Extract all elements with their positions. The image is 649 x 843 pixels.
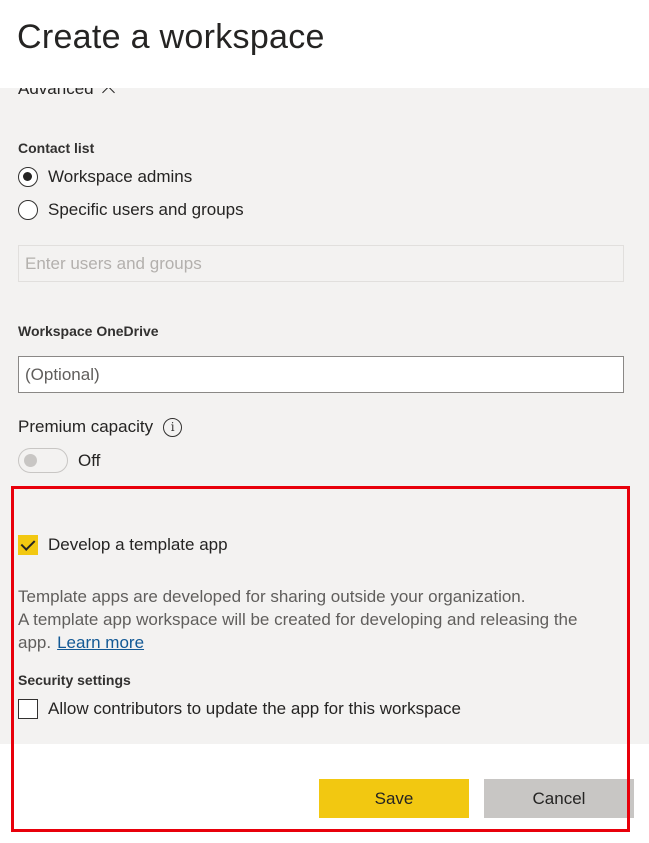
radio-label: Workspace admins	[48, 167, 193, 186]
security-settings-label: Security settings	[18, 672, 131, 688]
checkbox-checked-icon[interactable]	[18, 535, 38, 555]
develop-template-app-checkbox[interactable]: Develop a template app	[18, 535, 228, 555]
advanced-toggle[interactable]: Advanced	[18, 88, 115, 99]
page-title: Create a workspace	[17, 18, 325, 56]
contact-list-label: Contact list	[18, 140, 95, 156]
radio-label: Specific users and groups	[48, 200, 244, 219]
premium-toggle[interactable]	[18, 448, 68, 473]
users-groups-input[interactable]	[18, 245, 624, 282]
checkbox-unchecked-icon[interactable]	[18, 699, 38, 719]
learn-more-link[interactable]: Learn more	[57, 633, 144, 652]
radio-unselected-icon[interactable]	[18, 200, 38, 220]
premium-toggle-row: Off	[18, 448, 100, 473]
checkbox-label: Develop a template app	[48, 535, 228, 554]
premium-capacity-label: Premium capacity	[18, 417, 154, 436]
toggle-state-label: Off	[78, 450, 101, 470]
advanced-label: Advanced	[18, 88, 94, 98]
chevron-up-icon	[101, 88, 115, 99]
allow-contributors-checkbox[interactable]: Allow contributors to update the app for…	[18, 699, 461, 719]
settings-panel[interactable]: Advanced Contact list Workspace admins S…	[0, 88, 649, 744]
cancel-button[interactable]: Cancel	[484, 779, 634, 818]
info-icon[interactable]: i	[163, 417, 183, 437]
desc-line-1: Template apps are developed for sharing …	[18, 587, 526, 606]
template-app-description: Template apps are developed for sharing …	[18, 585, 618, 654]
radio-specific-users[interactable]: Specific users and groups	[18, 200, 244, 220]
radio-workspace-admins[interactable]: Workspace admins	[18, 167, 192, 187]
toggle-knob	[24, 454, 37, 467]
onedrive-label: Workspace OneDrive	[18, 323, 159, 339]
save-button[interactable]: Save	[319, 779, 469, 818]
dialog-header: Create a workspace	[0, 0, 649, 88]
premium-capacity-row: Premium capacity i	[18, 417, 183, 437]
checkbox-label: Allow contributors to update the app for…	[48, 699, 461, 718]
onedrive-input[interactable]	[18, 356, 624, 393]
radio-selected-icon[interactable]	[18, 167, 38, 187]
